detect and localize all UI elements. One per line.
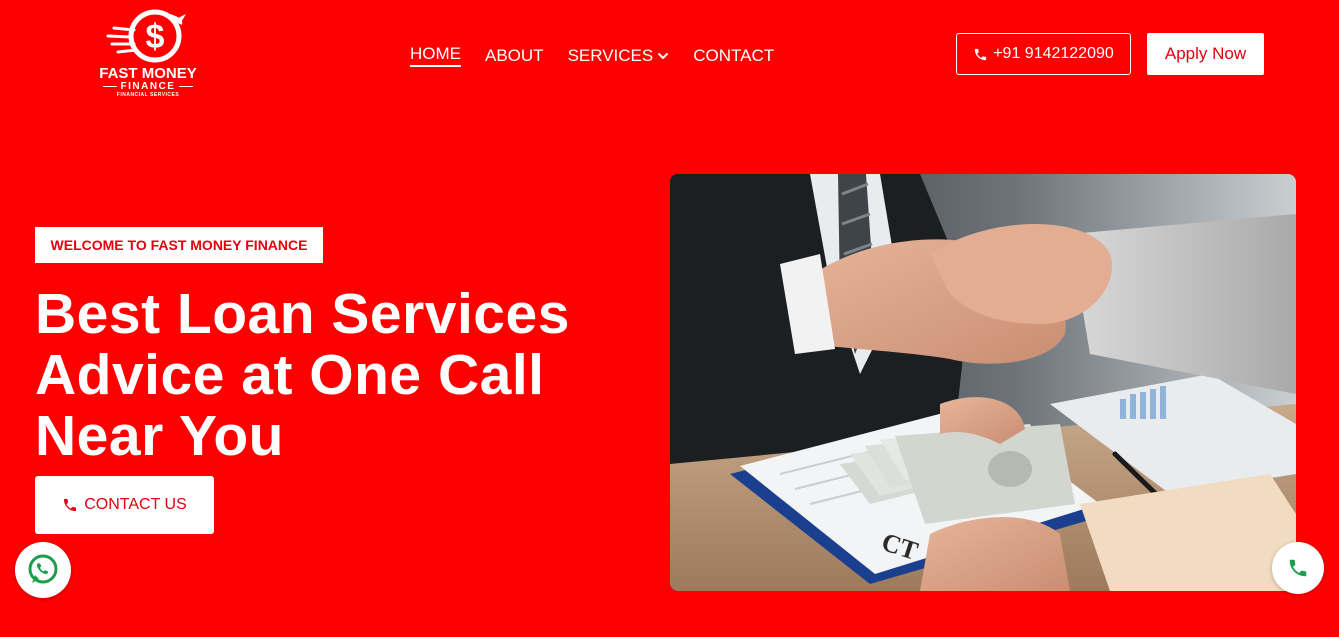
nav-item-label: SERVICES (567, 45, 654, 65)
welcome-badge: WELCOME TO FAST MONEY FINANCE (35, 227, 323, 263)
nav-item-home[interactable]: HOME (410, 44, 461, 67)
contact-us-button[interactable]: CONTACT US (35, 476, 214, 534)
phone-icon (1289, 559, 1307, 577)
whatsapp-button[interactable] (15, 542, 71, 598)
nav-item-about[interactable]: ABOUT (485, 44, 544, 67)
contact-us-label: CONTACT US (84, 496, 187, 513)
page: $ FAST MONEY FINANCE FINANCIAL SERVICES … (0, 0, 1339, 637)
apply-now-button[interactable]: Apply Now (1147, 33, 1264, 75)
phone-icon (975, 48, 987, 60)
brand-name: FAST MONEY (99, 65, 197, 82)
phone-number: +91 9142122090 (993, 45, 1114, 62)
brand-sub: FINANCE (103, 81, 194, 92)
nav-item-contact[interactable]: CONTACT (693, 44, 774, 67)
nav-item-label: HOME (410, 44, 461, 63)
hero-headline: Best Loan Services Advice at One Call Ne… (35, 284, 635, 467)
phone-call-button[interactable]: +91 9142122090 (956, 33, 1131, 75)
svg-text:$: $ (146, 18, 165, 56)
headline-line-2: Advice at One Call (35, 343, 545, 407)
whatsapp-icon (28, 554, 58, 584)
nav-item-label: CONTACT (693, 45, 775, 65)
nav-item-label: ABOUT (485, 45, 544, 65)
nav-item-services[interactable]: SERVICES (568, 44, 670, 67)
phone-icon (64, 499, 77, 511)
headline-line-1: Best Loan Services (35, 282, 570, 346)
handshake-money-photo: CT (670, 174, 1296, 591)
dollar-coin-logo-icon: $ (106, 9, 186, 63)
floating-call-button[interactable] (1272, 542, 1324, 594)
main-nav: HOME ABOUT SERVICES CONTACT (410, 44, 774, 67)
chevron-down-icon (658, 52, 669, 59)
headline-line-3: Near You (35, 404, 284, 468)
brand-tagline: FINANCIAL SERVICES (116, 92, 180, 98)
brand-logo[interactable]: $ FAST MONEY FINANCE FINANCIAL SERVICES (88, 6, 208, 104)
